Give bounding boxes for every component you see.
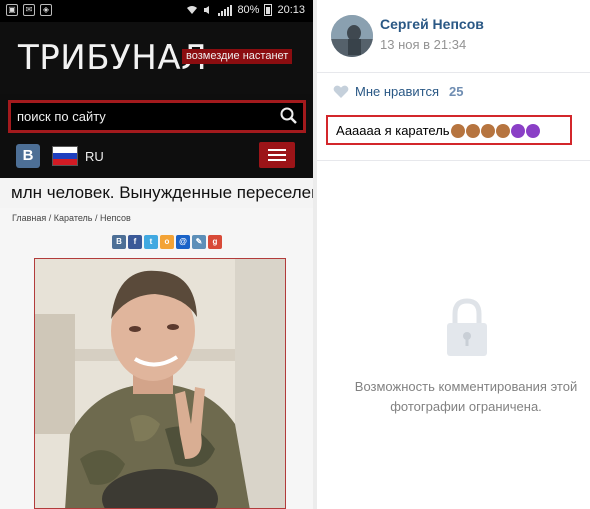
vk-link-button[interactable]: В xyxy=(16,144,40,168)
breadcrumb[interactable]: Главная / Каратель / Непсов xyxy=(12,213,131,223)
restricted-line-2: фотографии ограничена. xyxy=(390,399,542,414)
mute-icon xyxy=(204,6,210,14)
photo-illustration xyxy=(35,259,285,508)
post-date[interactable]: 13 ноя в 21:34 xyxy=(380,37,466,52)
notification-icon: ▣ xyxy=(6,4,18,16)
monkey-emoji-icon xyxy=(450,123,465,138)
site-logo[interactable]: ТРИБУНАЛ xyxy=(18,38,207,78)
odnoklassniki-icon[interactable]: o xyxy=(160,235,174,249)
signal-icon xyxy=(218,4,233,16)
like-label: Мне нравится xyxy=(355,84,440,99)
battery-percent: 80% xyxy=(237,4,260,16)
twitter-icon[interactable]: t xyxy=(144,235,158,249)
monkey-emoji-icon xyxy=(495,123,510,138)
avatar[interactable] xyxy=(331,15,373,57)
post-author[interactable]: Сергей Непсов xyxy=(380,16,484,32)
article-content: Главная / Каратель / Непсов В f t o @ ✎ … xyxy=(0,208,313,509)
like-button[interactable]: Мне нравится 25 xyxy=(333,84,463,99)
search-input[interactable] xyxy=(11,103,271,130)
devil-emoji-icon xyxy=(525,123,540,138)
language-label[interactable]: RU xyxy=(85,149,104,164)
livejournal-icon[interactable]: ✎ xyxy=(192,235,206,249)
site-nav: В RU xyxy=(0,138,313,174)
status-bar: ▣ ✉ ◈ 80% 20:13 xyxy=(0,0,313,22)
restricted-line-1: Возможность комментирования этой xyxy=(354,379,578,394)
mailru-icon[interactable]: @ xyxy=(176,235,190,249)
post-caption: Аааааа я каратель xyxy=(336,123,540,138)
phone-screenshot: ▣ ✉ ◈ 80% 20:13 ТРИБУНАЛ возмездие наста… xyxy=(0,0,313,509)
googleplus-icon[interactable]: g xyxy=(208,235,222,249)
facebook-icon[interactable]: f xyxy=(128,235,142,249)
monkey-emoji-icon xyxy=(480,123,495,138)
wifi-icon xyxy=(187,6,198,14)
heart-icon xyxy=(333,85,349,98)
divider xyxy=(317,160,590,161)
hamburger-menu-button[interactable] xyxy=(259,142,295,168)
avatar-image xyxy=(331,15,373,57)
search-icon[interactable] xyxy=(279,106,299,126)
notification-icon: ◈ xyxy=(40,4,52,16)
share-buttons: В f t o @ ✎ g xyxy=(112,235,222,249)
divider xyxy=(317,72,590,73)
caption-text: Аааааа я каратель xyxy=(336,123,450,138)
vk-icon[interactable]: В xyxy=(112,235,126,249)
soldier-photo[interactable] xyxy=(34,258,286,509)
battery-icon xyxy=(264,4,273,16)
site-tagline: возмездие настанет xyxy=(182,49,293,64)
comments-restricted-notice: Возможность комментирования этой фотогра… xyxy=(337,377,590,417)
monkey-emoji-icon xyxy=(465,123,480,138)
russian-flag-icon[interactable] xyxy=(52,146,78,166)
devil-emoji-icon xyxy=(510,123,525,138)
like-count: 25 xyxy=(449,84,464,99)
notification-icon: ✉ xyxy=(23,4,35,16)
highlighted-caption: Аааааа я каратель xyxy=(326,115,572,145)
clock: 20:13 xyxy=(277,4,305,16)
site-header: ТРИБУНАЛ возмездие настанет xyxy=(0,22,313,94)
lock-icon xyxy=(447,298,487,356)
vk-post-panel: Сергей Непсов 13 ноя в 21:34 Мне нравитс… xyxy=(317,0,590,509)
news-ticker[interactable]: млн человек. Вынужденные переселенцы xyxy=(0,178,313,208)
search-bar xyxy=(8,100,306,133)
